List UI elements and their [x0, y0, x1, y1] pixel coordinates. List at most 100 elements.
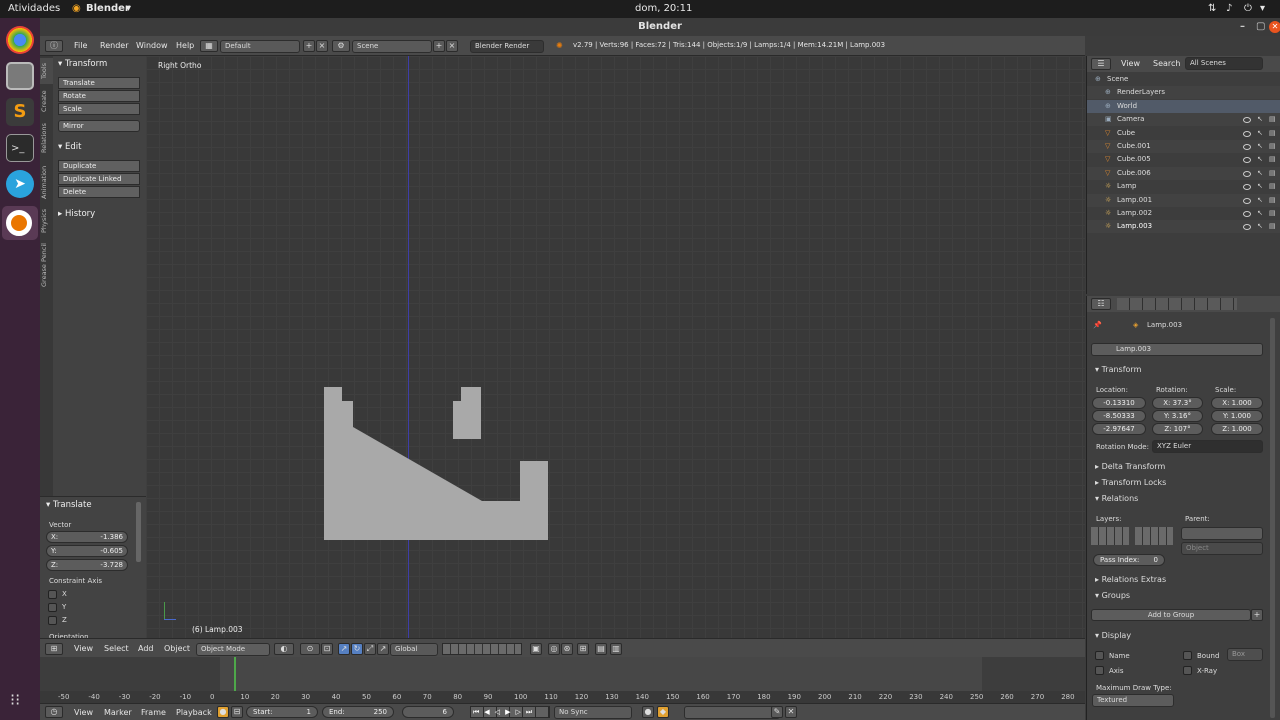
relations-extras-header[interactable]: ▸ Relations Extras: [1095, 575, 1166, 584]
max-draw-select[interactable]: Textured: [1092, 694, 1174, 707]
mesh-silhouette[interactable]: [146, 56, 1085, 638]
current-frame-field[interactable]: 6: [402, 706, 454, 718]
add-layout-icon[interactable]: +: [303, 40, 315, 52]
render-camera-icon[interactable]: ▤: [1269, 127, 1276, 140]
name-checkbox[interactable]: [1095, 651, 1104, 660]
current-frame-cursor[interactable]: [234, 657, 237, 691]
render-camera-icon[interactable]: ▤: [1269, 153, 1276, 166]
add-scene-icon[interactable]: +: [433, 40, 445, 52]
outliner-item[interactable]: ▣ Camera ↖ ▤: [1087, 113, 1280, 127]
playback-controls[interactable]: ⏮◀◁▶▷⏭: [470, 706, 550, 718]
keying-set-field[interactable]: [684, 706, 780, 719]
transform-locks-header[interactable]: ▸ Transform Locks: [1095, 478, 1166, 487]
menu-select[interactable]: Select: [104, 644, 129, 653]
lock-icon[interactable]: ⊟: [231, 706, 243, 718]
render-camera-icon[interactable]: ▤: [1269, 140, 1276, 153]
relations-header[interactable]: ▾ Relations: [1095, 494, 1138, 503]
render-camera-icon[interactable]: ▤: [1269, 180, 1276, 193]
snap-element-icon[interactable]: ⊞: [577, 643, 589, 655]
scale-manip-icon[interactable]: ⤢: [364, 643, 376, 655]
outliner-item[interactable]: ⊕ RenderLayers: [1087, 86, 1280, 100]
render-camera-icon[interactable]: ▤: [1269, 207, 1276, 220]
start-frame-field[interactable]: Start: 1: [246, 706, 318, 718]
constraint-x-checkbox[interactable]: [48, 590, 57, 599]
display-mode-select[interactable]: All Scenes: [1185, 57, 1263, 70]
scale-button[interactable]: Scale: [58, 103, 140, 115]
layer-buttons[interactable]: [442, 643, 522, 655]
network-icon[interactable]: ⇅: [1208, 3, 1216, 14]
maximize-icon[interactable]: ▢: [1256, 18, 1265, 36]
volume-icon[interactable]: ♪: [1226, 3, 1232, 14]
select-arrow-icon[interactable]: ↖: [1257, 207, 1263, 220]
duplicate-button[interactable]: Duplicate: [58, 160, 140, 172]
menu-add[interactable]: Add: [138, 644, 154, 653]
sublime-icon[interactable]: S: [6, 98, 34, 126]
parent-field[interactable]: [1181, 527, 1263, 540]
location-x-field[interactable]: -0.13310: [1092, 397, 1146, 409]
menu-object[interactable]: Object: [164, 644, 190, 653]
tab-animation[interactable]: Animation: [40, 160, 53, 204]
select-arrow-icon[interactable]: ↖: [1257, 140, 1263, 153]
select-arrow-icon[interactable]: ↖: [1257, 167, 1263, 180]
proportional-icon[interactable]: ◎: [548, 643, 560, 655]
menu-playback[interactable]: Playback: [176, 708, 212, 717]
editor-type-icon[interactable]: ⊞: [45, 643, 63, 655]
delete-key-icon[interactable]: ✕: [785, 706, 797, 718]
app-menu-label[interactable]: Blender: [86, 3, 130, 14]
visibility-eye-icon[interactable]: [1243, 117, 1251, 124]
menu-frame[interactable]: Frame: [141, 708, 166, 717]
xray-checkbox[interactable]: [1183, 666, 1192, 675]
menu-window[interactable]: Window: [136, 41, 168, 50]
render-camera-icon[interactable]: ▤: [1269, 194, 1276, 207]
outliner-item[interactable]: ▽ Cube.001 ↖ ▤: [1087, 140, 1280, 153]
insert-key-icon[interactable]: ✎: [771, 706, 783, 718]
pin-icon[interactable]: 📌: [1093, 321, 1102, 329]
opengl-anim-icon[interactable]: ▥: [610, 643, 622, 655]
operator-scrollbar[interactable]: [136, 502, 141, 562]
menu-search[interactable]: Search: [1153, 59, 1180, 68]
bound-type-select[interactable]: Box: [1227, 648, 1263, 661]
render-camera-icon[interactable]: ▤: [1269, 220, 1276, 233]
operator-header[interactable]: ▾ Translate: [46, 500, 92, 510]
render-camera-icon[interactable]: ▤: [1269, 167, 1276, 180]
snap-icon[interactable]: ⊛: [561, 643, 573, 655]
telegram-icon[interactable]: ➤: [6, 170, 34, 198]
layout-field[interactable]: Default: [220, 40, 300, 53]
outliner-item[interactable]: ☼ Lamp ↖ ▤: [1087, 180, 1280, 194]
keying-set-icon[interactable]: ●: [642, 706, 654, 718]
chevron-down-icon[interactable]: ▾: [1260, 3, 1265, 14]
axis-checkbox[interactable]: [1095, 666, 1104, 675]
rotation-y-field[interactable]: Y: 3.16°: [1152, 410, 1203, 422]
outliner-item[interactable]: ☼ Lamp.002 ↖ ▤: [1087, 207, 1280, 220]
menu-view[interactable]: View: [1121, 59, 1140, 68]
terminal-icon[interactable]: >_: [6, 134, 34, 162]
activities-button[interactable]: Atividades: [8, 3, 60, 14]
tab-tools[interactable]: Tools: [40, 58, 53, 84]
sync-select[interactable]: No Sync: [554, 706, 632, 719]
visibility-eye-icon[interactable]: [1243, 224, 1251, 231]
translate-manip-icon[interactable]: ↗: [338, 643, 350, 655]
visibility-eye-icon[interactable]: [1243, 144, 1251, 150]
add-icon[interactable]: +: [1251, 609, 1263, 621]
location-z-field[interactable]: -2.97647: [1092, 423, 1146, 435]
close-icon[interactable]: ✕: [1269, 21, 1280, 33]
parent-type-select[interactable]: Object: [1181, 542, 1263, 555]
visibility-eye-icon[interactable]: [1243, 157, 1251, 164]
select-arrow-icon[interactable]: ↖: [1257, 220, 1263, 233]
editor-type-icon[interactable]: ⓘ: [45, 40, 63, 52]
outliner-item[interactable]: ☼ Lamp.001 ↖ ▤: [1087, 193, 1280, 207]
select-arrow-icon[interactable]: ↖: [1257, 127, 1263, 140]
visibility-eye-icon[interactable]: [1243, 184, 1251, 191]
outliner-item[interactable]: ☼ Lamp.003 ↖ ▤: [1087, 220, 1280, 234]
layer-grid-2[interactable]: [1135, 527, 1173, 545]
properties-scrollbar[interactable]: [1270, 318, 1275, 718]
render-engine-select[interactable]: Blender Render: [470, 40, 544, 53]
menu-file[interactable]: File: [74, 41, 87, 50]
outliner-item[interactable]: ▽ Cube.006 ↖ ▤: [1087, 166, 1280, 180]
mode-select[interactable]: Object Mode: [196, 643, 270, 656]
editor-type-icon[interactable]: ☰: [1091, 58, 1111, 70]
bound-checkbox[interactable]: [1183, 651, 1192, 660]
visibility-eye-icon[interactable]: [1243, 197, 1251, 204]
timeline[interactable]: -50 -40 -30 -20 -10 0 10 20 30 40 50 60 70 80 90 100 110…: [40, 657, 1085, 703]
edit-panel-header[interactable]: ▾ Edit: [58, 142, 81, 152]
